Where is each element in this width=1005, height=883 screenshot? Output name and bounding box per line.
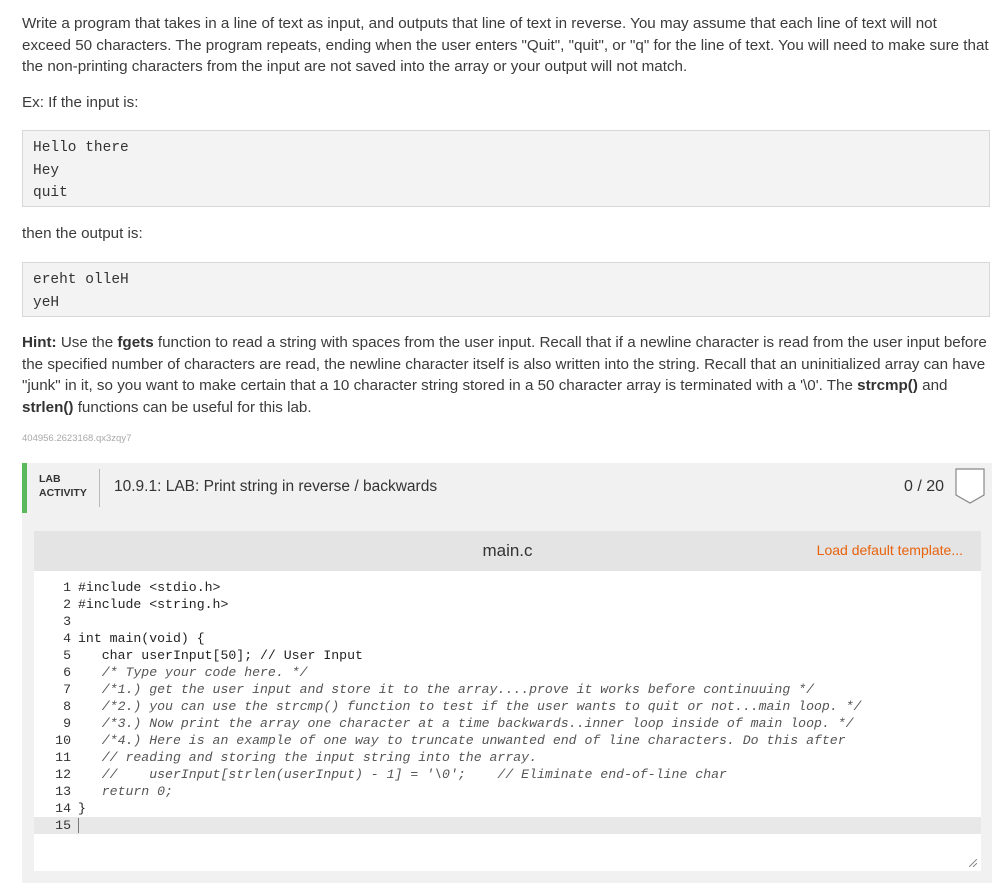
code-text: /*2.) you can use the strcmp() function … <box>78 699 862 714</box>
lab-tag-line1: LAB <box>39 473 61 485</box>
code-line: 7 /*1.) get the user input and store it … <box>34 681 981 698</box>
line-number: 2 <box>63 597 71 612</box>
example-input-line: Hey <box>33 162 60 179</box>
code-text <box>78 817 79 834</box>
code-line: 10 /*4.) Here is an example of one way t… <box>34 732 981 749</box>
line-number: 10 <box>55 733 71 748</box>
example-output-line: yeH <box>33 294 60 311</box>
file-bar: main.c Load default template... <box>34 531 981 571</box>
code-line: 14} <box>34 800 981 817</box>
lab-activity-header: LAB ACTIVITY 10.9.1: LAB: Print string i… <box>22 463 992 513</box>
code-text: /* Type your code here. */ <box>78 665 308 680</box>
code-editor-panel: main.c Load default template... 1 #includ… <box>22 513 992 883</box>
example-input-block: Hello there Hey quit <box>22 130 990 207</box>
resize-handle-icon[interactable] <box>969 859 977 867</box>
code-text: /*3.) Now print the array one character … <box>78 716 854 731</box>
hint-label: Hint: <box>22 334 57 351</box>
line-number: 8 <box>63 699 71 714</box>
line-number: 3 <box>63 614 71 629</box>
code-line: 11 // reading and storing the input stri… <box>34 749 981 766</box>
text-cursor <box>78 818 79 834</box>
code-text: /*1.) get the user input and store it to… <box>78 682 814 697</box>
code-line: 4 int main(void) { <box>34 630 981 647</box>
hint-fgets: fgets <box>117 334 154 351</box>
hint-text: Use the <box>56 334 118 351</box>
header-divider <box>99 469 100 507</box>
code-text: // reading and storing the input string … <box>78 750 537 765</box>
lab-score: 0 / 20 <box>903 478 944 495</box>
hint-strlen: strlen() <box>22 398 74 416</box>
code-line: 9 /*3.) Now print the array one characte… <box>34 715 981 732</box>
load-default-template-link[interactable]: Load default template... <box>817 542 963 558</box>
line-number: 4 <box>63 631 71 646</box>
hint-text: functions can be useful for this lab. <box>73 398 312 416</box>
line-number: 13 <box>55 784 71 799</box>
lab-activity-tag: LAB ACTIVITY <box>39 472 87 500</box>
code-text: int main(void) { <box>78 631 205 646</box>
lab-tag-line2: ACTIVITY <box>39 487 87 499</box>
completion-badge-icon <box>955 468 985 504</box>
line-number: 5 <box>63 648 71 663</box>
line-number: 7 <box>63 682 71 697</box>
example-input-intro: Ex: If the input is: <box>22 94 139 111</box>
line-number: 15 <box>55 818 71 833</box>
code-line: 5 char userInput[50]; // User Input <box>34 647 981 664</box>
code-text: #include <stdio.h> <box>78 580 221 595</box>
code-line: 13 return 0; <box>34 783 981 800</box>
line-number: 14 <box>55 801 71 816</box>
code-text: // userInput[strlen(userInput) - 1] = '\… <box>78 767 727 782</box>
instructions-paragraph: Write a program that takes in a line of … <box>22 15 989 75</box>
line-number: 11 <box>55 750 71 765</box>
code-line: 6 /* Type your code here. */ <box>34 664 981 681</box>
code-text: char userInput[50]; // User Input <box>78 648 363 663</box>
example-output-block: ereht olleH yeH <box>22 262 990 317</box>
code-line: 2 #include <string.h> <box>34 596 981 613</box>
code-line: 3 <box>34 613 981 630</box>
example-output-intro: then the output is: <box>22 225 143 242</box>
reference-id: 404956.2623168.qx3zqy7 <box>22 433 132 444</box>
line-number: 1 <box>63 580 71 595</box>
hint-text: and <box>917 377 948 394</box>
example-input-line: Hello there <box>33 140 129 156</box>
hint-paragraph: Hint: Use the fgets function to read a s… <box>22 332 990 418</box>
code-line: 8 /*2.) you can use the strcmp() functio… <box>34 698 981 715</box>
code-text: /*4.) Here is an example of one way to t… <box>78 733 846 748</box>
code-line-active: 15 <box>34 817 981 834</box>
example-output-line: ereht olleH <box>33 272 129 288</box>
lab-title: 10.9.1: LAB: Print string in reverse / b… <box>114 478 438 495</box>
code-text: return 0; <box>78 784 173 799</box>
line-number: 6 <box>63 665 71 680</box>
line-number: 9 <box>63 716 71 731</box>
hint-strcmp: strcmp() <box>857 377 918 394</box>
code-text: #include <string.h> <box>78 597 229 612</box>
hint-text: function to read a string with spaces fr… <box>22 334 987 394</box>
code-line: 12 // userInput[strlen(userInput) - 1] =… <box>34 766 981 783</box>
code-editor[interactable]: 1 #include <stdio.h> 2 #include <string.h>… <box>34 571 981 871</box>
line-number: 12 <box>55 767 71 782</box>
code-text: } <box>78 801 86 816</box>
example-input-line: quit <box>33 185 68 201</box>
code-line: 1 #include <stdio.h> <box>34 579 981 596</box>
